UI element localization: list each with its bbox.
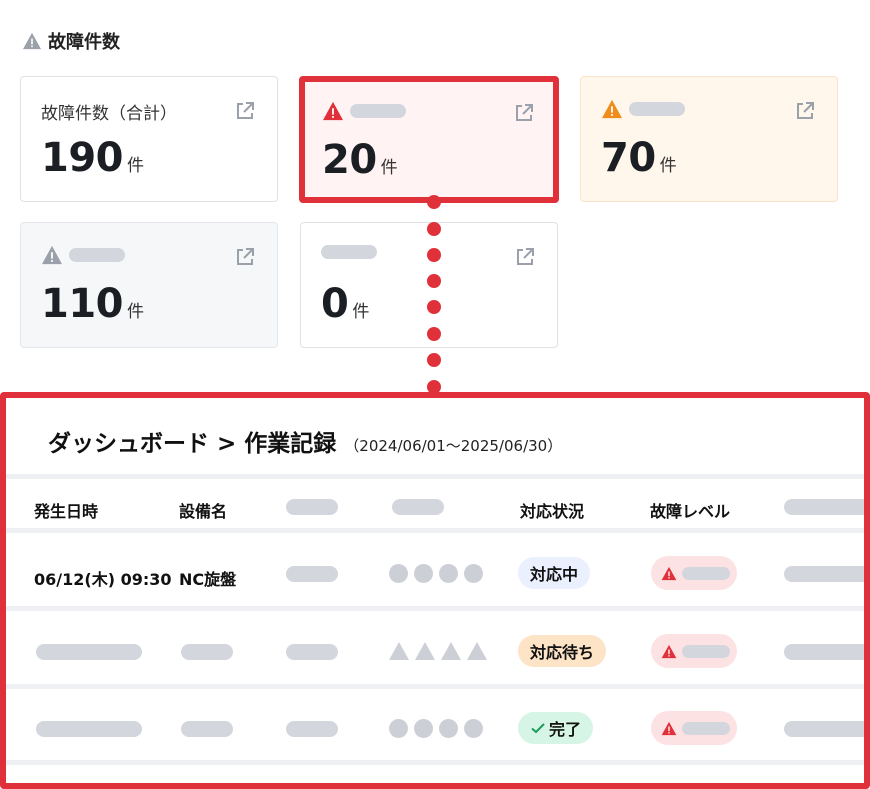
cell-indicators — [389, 642, 487, 660]
circle-marker — [414, 564, 433, 583]
triangle-marker — [389, 642, 409, 660]
connector-dot — [427, 248, 441, 262]
status-badge: 対応中 — [518, 557, 591, 589]
circle-marker — [389, 719, 408, 738]
section-title-text: 故障件数 — [48, 32, 120, 53]
column-header-datetime[interactable]: 発生日時 — [34, 498, 98, 522]
card-value: 20 — [322, 137, 377, 183]
card-label — [322, 101, 406, 121]
cell-redacted — [286, 566, 338, 582]
cell-equipment: NC旋盤 — [179, 570, 237, 589]
circle-marker — [439, 719, 458, 738]
card-unit: 件 — [380, 158, 398, 178]
external-link-icon[interactable] — [235, 247, 255, 267]
column-header-status[interactable]: 対応状況 — [520, 498, 584, 522]
card-label — [601, 99, 685, 119]
redacted-label — [69, 248, 125, 262]
status-badge: 完了 — [518, 712, 594, 744]
warning-icon — [661, 721, 677, 735]
connector-dot — [427, 300, 441, 314]
cell-redacted — [784, 644, 864, 660]
status-badge: 対応待ち — [518, 635, 607, 667]
redacted-label — [682, 644, 730, 658]
breadcrumb[interactable]: ダッシュボード > 作業記録 — [48, 424, 336, 458]
level-gray-card[interactable]: 110 件 — [20, 222, 278, 348]
connector-dot — [427, 195, 441, 209]
column-header-equipment[interactable]: 設備名 — [179, 498, 227, 522]
connector-dot — [427, 327, 441, 341]
card-value: 70 — [601, 135, 656, 181]
date-range: （2024/06/01～2025/06/30） — [344, 437, 563, 455]
warning-icon — [661, 644, 677, 658]
divider — [6, 684, 864, 689]
redacted-label — [682, 566, 730, 580]
column-header-redacted — [784, 499, 864, 515]
circle-marker — [464, 564, 483, 583]
cell-indicators — [389, 564, 483, 583]
redacted-label — [629, 102, 685, 116]
external-link-icon[interactable] — [795, 101, 815, 121]
cell-redacted — [181, 644, 233, 660]
card-value: 190 — [41, 135, 124, 181]
circle-marker — [464, 719, 483, 738]
cell-redacted — [36, 644, 142, 660]
connector-dot — [427, 274, 441, 288]
level-badge — [651, 556, 737, 590]
divider — [6, 474, 864, 479]
level-red-card[interactable]: 20 件 — [301, 78, 557, 201]
level-orange-card[interactable]: 70 件 — [580, 76, 838, 202]
card-unit: 件 — [659, 156, 677, 176]
card-unit: 件 — [127, 302, 144, 322]
circle-marker — [389, 564, 408, 583]
external-link-icon[interactable] — [235, 101, 255, 121]
external-link-icon[interactable] — [514, 103, 534, 123]
warning-icon — [42, 245, 62, 265]
connector-dot — [427, 353, 441, 367]
cell-indicators — [389, 719, 483, 738]
cell-redacted — [181, 721, 233, 737]
cell-redacted — [784, 566, 864, 582]
card-label — [41, 245, 125, 265]
panel-header: ダッシュボード > 作業記録 （2024/06/01～2025/06/30） — [48, 424, 562, 458]
level-badge — [651, 634, 737, 668]
cell-redacted — [784, 721, 864, 737]
card-label — [321, 245, 377, 259]
card-value: 0 — [321, 281, 349, 327]
redacted-label — [682, 721, 730, 735]
divider — [6, 528, 864, 533]
column-header-redacted — [286, 499, 338, 515]
divider — [6, 606, 864, 611]
card-label: 故障件数（合計） — [41, 104, 177, 124]
cell-redacted — [286, 644, 338, 660]
total-failures-card[interactable]: 故障件数（合計） 190 件 — [20, 76, 278, 202]
warning-icon — [661, 566, 677, 580]
warning-icon — [602, 99, 622, 119]
triangle-marker — [441, 642, 461, 660]
warning-icon — [23, 32, 41, 50]
cell-redacted — [286, 721, 338, 737]
card-unit: 件 — [352, 302, 370, 322]
level-badge — [651, 711, 737, 745]
card-value: 110 — [41, 281, 124, 327]
section-title: 故障件数 — [22, 28, 120, 54]
circle-marker — [414, 719, 433, 738]
cell-redacted — [36, 721, 142, 737]
card-unit: 件 — [127, 156, 144, 176]
triangle-marker — [415, 642, 435, 660]
redacted-label — [350, 104, 406, 118]
connector-dot — [427, 222, 441, 236]
circle-marker — [439, 564, 458, 583]
check-icon — [531, 723, 545, 734]
status-text: 完了 — [549, 720, 582, 739]
triangle-marker — [467, 642, 487, 660]
work-record-panel: ダッシュボード > 作業記録 （2024/06/01～2025/06/30） 発… — [0, 392, 870, 789]
column-header-level[interactable]: 故障レベル — [650, 498, 730, 522]
divider — [6, 760, 864, 765]
warning-icon — [323, 101, 343, 121]
redacted-label — [321, 245, 377, 259]
cell-datetime: 06/12(木) 09:30 — [34, 570, 172, 589]
external-link-icon[interactable] — [515, 247, 535, 267]
column-header-redacted — [392, 499, 444, 515]
